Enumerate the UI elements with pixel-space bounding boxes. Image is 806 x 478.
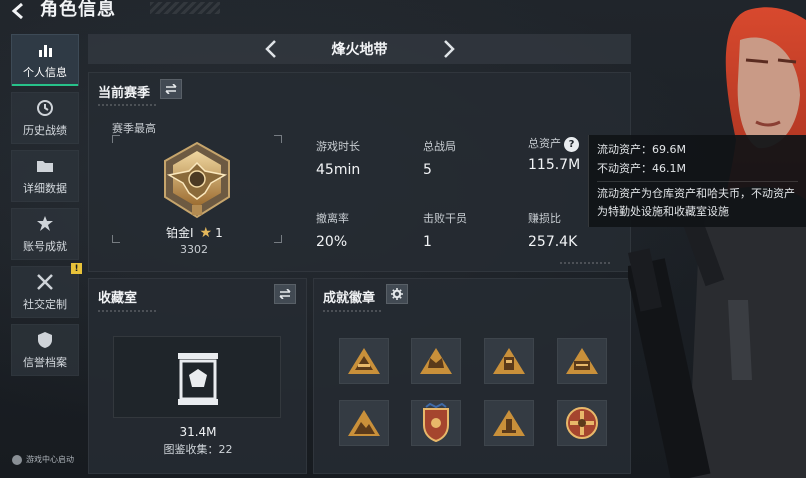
speed-badge-icon: [566, 348, 598, 374]
tools-icon: [35, 273, 55, 291]
panel-decoration: [323, 310, 383, 312]
vault-case-icon: [176, 351, 220, 411]
season-title: 当前赛季: [98, 86, 151, 101]
sidebar-item-personal-info[interactable]: 个人信息: [11, 34, 79, 86]
achievement-icon: [35, 215, 55, 233]
sidebar-item-reputation[interactable]: 信誉档案: [11, 324, 79, 376]
achievement-badge[interactable]: [484, 338, 534, 384]
sidebar-item-label: 历史战绩: [23, 123, 67, 137]
pillar-badge-icon: [493, 410, 525, 436]
stat-operators-defeated: 击败干员 1: [423, 210, 467, 250]
stat-value: 257.4K: [528, 234, 578, 250]
warning-badge: !: [71, 263, 82, 274]
hill-badge-icon: [348, 348, 380, 374]
crown-badge-icon: [420, 348, 452, 374]
sidebar-item-details[interactable]: 详细数据: [11, 150, 79, 202]
tooltip-divider: [597, 181, 798, 183]
stat-label: 撤离率: [316, 212, 349, 225]
shield-badge-icon: [423, 403, 449, 443]
stat-label: 总战局: [423, 140, 456, 153]
sidebar-item-label: 信誉档案: [23, 355, 67, 369]
rank-score: 3302: [180, 243, 208, 256]
sidebar-item-label: 个人信息: [23, 65, 67, 79]
stat-label: 赚损比: [528, 212, 561, 225]
stat-label: 击败干员: [423, 212, 467, 225]
mode-name: 烽火地带: [331, 42, 388, 58]
tooltip-description: 流动资产为仓库资产和哈夫币，不动资产为特勤处设施和收藏室设施: [597, 187, 795, 218]
page-title: 角色信息: [40, 0, 116, 20]
chevron-right-icon[interactable]: [440, 38, 458, 60]
achievements-settings-button[interactable]: [386, 284, 408, 304]
achievement-badge[interactable]: [411, 338, 461, 384]
sidebar-item-social[interactable]: ! 社交定制: [11, 263, 82, 318]
back-arrow-icon[interactable]: [10, 2, 32, 20]
panel-decoration: [560, 262, 610, 264]
rank-name: 铂金I ★ 1: [166, 224, 223, 241]
sidebar-item-achievements[interactable]: 账号成就: [11, 208, 79, 260]
achievement-badge[interactable]: [339, 338, 389, 384]
season-best-label: 赛季最高: [112, 122, 156, 135]
stat-play-time: 游戏时长 45min: [316, 138, 360, 178]
stat-value: 1: [423, 234, 432, 250]
mountain-badge-icon: [348, 410, 380, 436]
season-swap-button[interactable]: [160, 79, 182, 99]
panel-decoration: [98, 310, 158, 312]
tooltip-liquid-assets: 流动资产：69.6M: [597, 143, 686, 156]
game-center-footer[interactable]: 游戏中心启动: [12, 454, 74, 465]
achievement-badge[interactable]: [411, 400, 461, 446]
stat-total-matches: 总战局 5: [423, 138, 456, 178]
achievement-badge[interactable]: [484, 400, 534, 446]
game-center-label: 游戏中心启动: [26, 455, 74, 464]
help-icon[interactable]: ?: [564, 136, 579, 152]
top-header: 角色信息: [0, 0, 300, 22]
chevron-left-icon[interactable]: [262, 38, 280, 60]
achievement-badge[interactable]: [557, 338, 607, 384]
collection-swap-button[interactable]: [274, 284, 296, 304]
tower-badge-icon: [493, 348, 525, 374]
vault-value: 31.4M: [179, 425, 217, 439]
rank-stars: 1: [215, 225, 223, 240]
collection-title: 收藏室: [98, 291, 138, 306]
stat-value: 5: [423, 162, 432, 178]
achievement-badge[interactable]: [339, 400, 389, 446]
stat-value: 20%: [316, 234, 348, 250]
game-center-icon: [12, 454, 22, 465]
sidebar-item-label: 社交定制: [23, 297, 67, 311]
swap-icon: [165, 84, 177, 94]
swap-icon: [279, 289, 291, 299]
stat-label: 游戏时长: [316, 140, 360, 153]
rank-name-text: 铂金I: [166, 226, 194, 240]
cross-badge-icon: [566, 407, 598, 439]
panel-decoration: [98, 104, 158, 106]
star-icon: ★: [199, 224, 213, 241]
stat-label: 总资产: [528, 137, 561, 150]
folder-icon: [35, 157, 55, 175]
history-icon: [35, 99, 55, 117]
mode-selector: 烽火地带: [88, 34, 631, 64]
bar-chart-icon: [35, 41, 55, 59]
achievement-badge[interactable]: [557, 400, 607, 446]
assets-tooltip: 流动资产：69.6M 不动资产：46.1M 流动资产为仓库资产和哈夫币，不动资产…: [588, 135, 806, 227]
tooltip-fixed-assets: 不动资产：46.1M: [597, 161, 686, 175]
stat-value: 45min: [316, 162, 361, 178]
stat-total-assets: 总资产? 115.7M: [528, 135, 580, 173]
sidebar: 个人信息 历史战绩 详细数据 账号成就 ! 社交定制 信誉档案: [11, 34, 82, 382]
stat-profit-loss-ratio: 赚损比 257.4K: [528, 210, 577, 250]
sidebar-item-history[interactable]: 历史战绩: [11, 92, 79, 144]
sidebar-item-label: 账号成就: [23, 239, 67, 253]
gear-icon: [391, 288, 403, 300]
character-portrait: [625, 0, 806, 478]
collection-count: 图鉴收集：22: [163, 443, 233, 456]
shield-icon: [35, 331, 55, 349]
stat-value: 115.7M: [528, 156, 581, 173]
stat-extraction-rate: 撤离率 20%: [316, 210, 349, 250]
vault-display[interactable]: [113, 336, 281, 418]
sidebar-item-label: 详细数据: [23, 181, 67, 195]
achievements-title: 成就徽章: [323, 291, 376, 306]
header-decoration: [150, 2, 220, 14]
rank-emblem-icon: [159, 141, 235, 223]
